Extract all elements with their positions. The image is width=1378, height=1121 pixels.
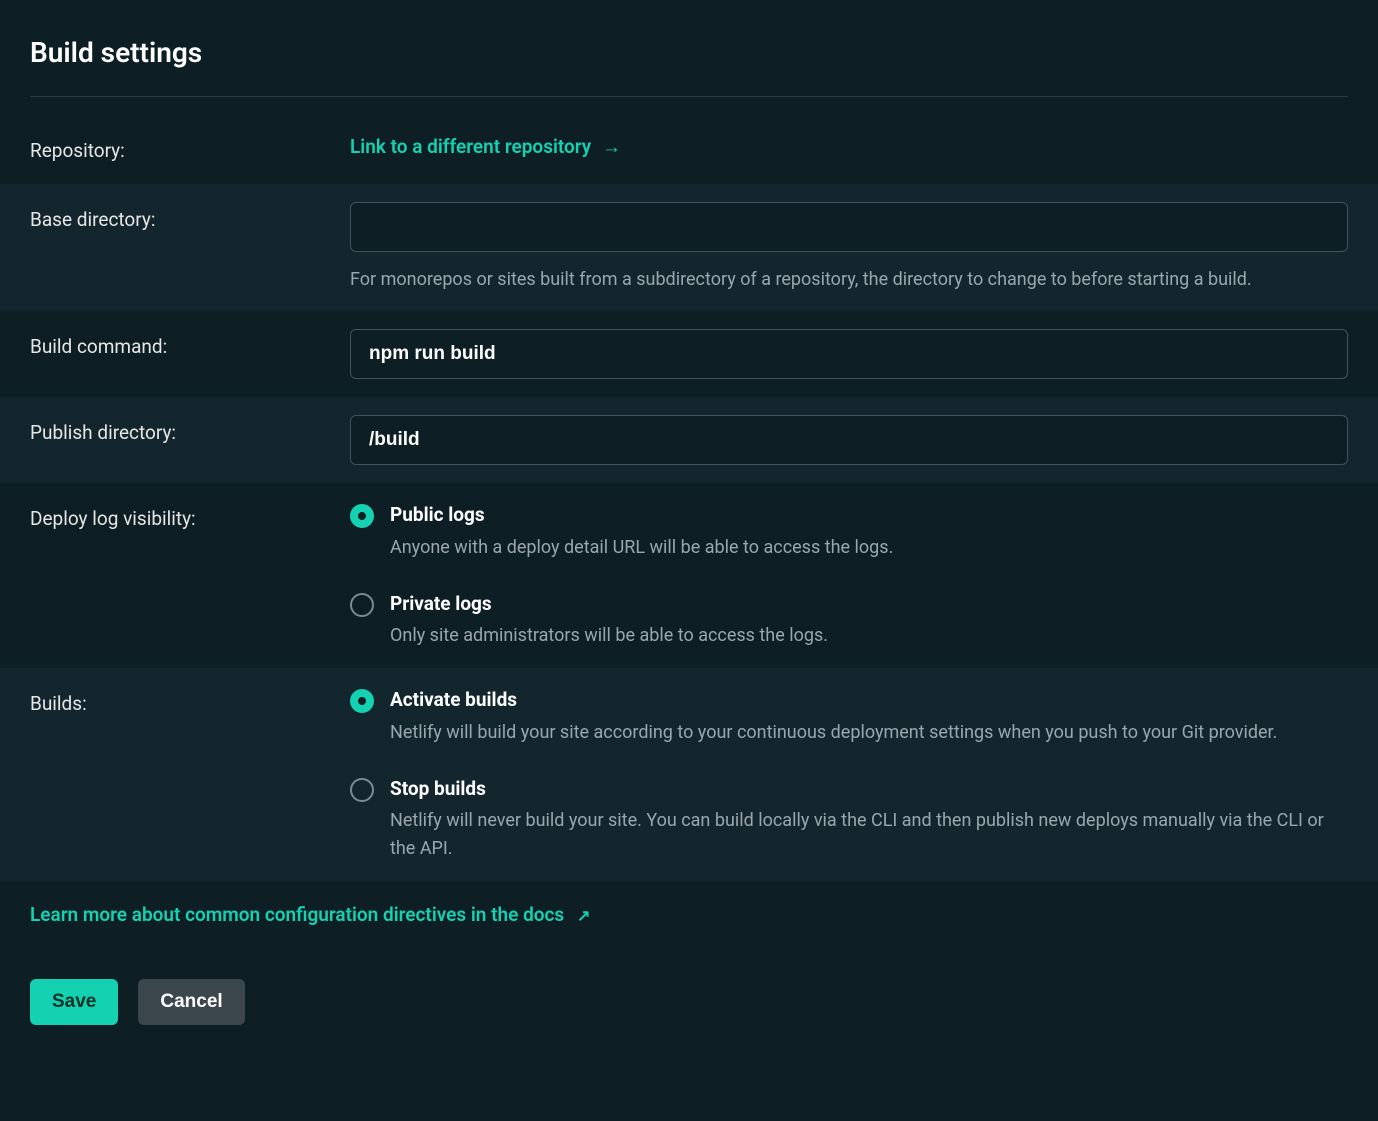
row-builds: Builds: Activate builds Netlify will bui… <box>0 668 1378 881</box>
label-repository: Repository: <box>30 133 350 166</box>
radio-activate-builds-desc: Netlify will build your site according t… <box>390 719 1348 747</box>
radio-indicator-icon <box>350 593 374 617</box>
row-repository: Repository: Link to a different reposito… <box>30 115 1348 184</box>
label-deploy-log-visibility: Deploy log visibility: <box>30 501 350 650</box>
link-docs-text: Learn more about common configuration di… <box>30 903 564 926</box>
radio-private-logs[interactable]: Private logs Only site administrators wi… <box>350 590 1348 650</box>
arrow-right-icon: → <box>602 135 621 158</box>
build-command-input[interactable] <box>350 329 1348 379</box>
link-different-repository[interactable]: Link to a different repository → <box>350 135 621 158</box>
radio-indicator-icon <box>350 778 374 802</box>
radio-activate-builds-title: Activate builds <box>390 686 1348 715</box>
link-docs[interactable]: Learn more about common configuration di… <box>30 903 590 926</box>
radio-activate-builds[interactable]: Activate builds Netlify will build your … <box>350 686 1348 746</box>
radio-indicator-icon <box>350 504 374 528</box>
row-publish-directory: Publish directory: <box>0 397 1378 483</box>
label-base-directory: Base directory: <box>30 202 350 294</box>
label-publish-directory: Publish directory: <box>30 415 350 465</box>
cancel-button[interactable]: Cancel <box>138 979 244 1025</box>
row-build-command: Build command: <box>30 311 1348 397</box>
row-deploy-log-visibility: Deploy log visibility: Public logs Anyon… <box>30 483 1348 668</box>
radio-public-logs[interactable]: Public logs Anyone with a deploy detail … <box>350 501 1348 561</box>
label-build-command: Build command: <box>30 329 350 379</box>
radio-stop-builds[interactable]: Stop builds Netlify will never build you… <box>350 775 1348 863</box>
label-builds: Builds: <box>30 686 350 863</box>
link-different-repository-text: Link to a different repository <box>350 135 591 158</box>
page-title: Build settings <box>30 32 1348 97</box>
radio-stop-builds-desc: Netlify will never build your site. You … <box>390 807 1348 863</box>
radio-private-logs-title: Private logs <box>390 590 1348 619</box>
external-link-icon: ↗ <box>577 906 590 925</box>
publish-directory-input[interactable] <box>350 415 1348 465</box>
radio-stop-builds-title: Stop builds <box>390 775 1348 804</box>
help-base-directory: For monorepos or sites built from a subd… <box>350 266 1348 294</box>
radio-private-logs-desc: Only site administrators will be able to… <box>390 622 1348 650</box>
row-base-directory: Base directory: For monorepos or sites b… <box>0 184 1378 312</box>
radio-public-logs-desc: Anyone with a deploy detail URL will be … <box>390 534 1348 562</box>
radio-public-logs-title: Public logs <box>390 501 1348 530</box>
radio-indicator-icon <box>350 689 374 713</box>
save-button[interactable]: Save <box>30 979 118 1025</box>
base-directory-input[interactable] <box>350 202 1348 252</box>
